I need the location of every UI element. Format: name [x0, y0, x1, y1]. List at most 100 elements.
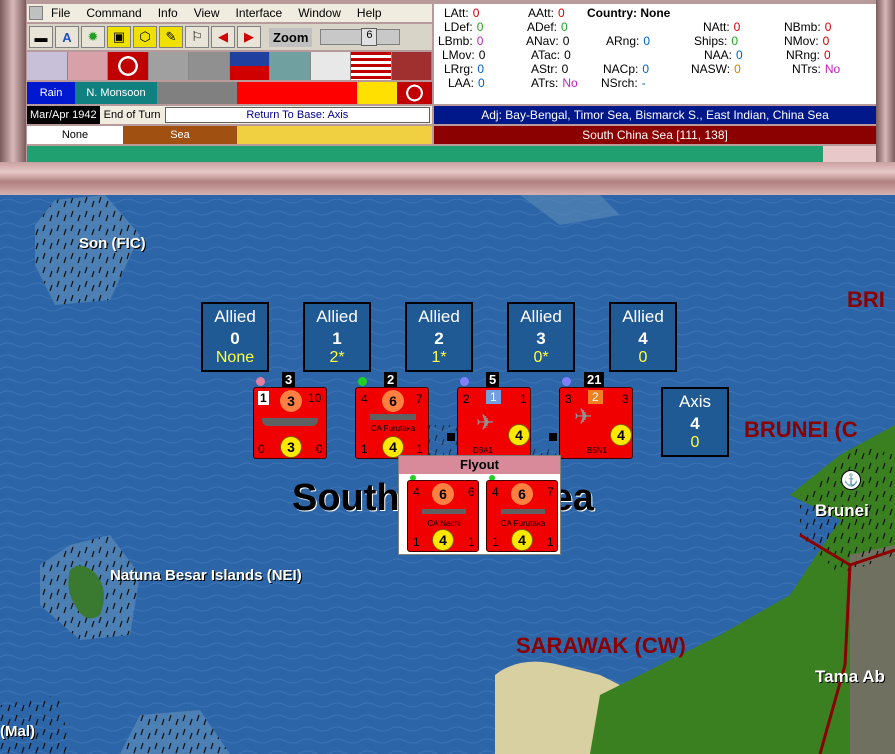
flag-icon[interactable]	[229, 52, 270, 80]
arrow-left-icon[interactable]: ◀	[211, 26, 235, 48]
nation-flags	[27, 52, 432, 80]
map-label-bri: BRI	[847, 287, 885, 312]
unit-counter-d3a1[interactable]: 2 1 1 ✈ D3A1 4	[457, 387, 531, 459]
unit-counter-ca-nachi[interactable]: 4 6 6 CA Nachi 1 4 1	[407, 480, 479, 552]
weather-monsoon: N. Monsoon	[75, 82, 157, 104]
menu-view[interactable]: View	[186, 6, 228, 20]
return-to-base-button[interactable]: Return To Base: Axis	[164, 107, 430, 123]
stat-lrrg: LRrg: 0	[444, 62, 485, 76]
stat-ldef: LDef: 0	[444, 20, 484, 34]
turn-date: Mar/Apr 1942	[27, 106, 100, 124]
font-a-icon[interactable]: A	[55, 26, 79, 48]
grid-icon[interactable]: ▣	[107, 26, 131, 48]
flag-icon[interactable]	[148, 52, 189, 80]
terrain-none: None	[27, 126, 123, 144]
unit-counter-ca-furutaka[interactable]: 4 6 7 CA Furutaka 1 4 1	[486, 480, 558, 552]
map-label-brunei-region: BRUNEI (C	[744, 417, 858, 442]
gear-icon[interactable]: ✹	[81, 26, 105, 48]
flag-icon[interactable]	[189, 52, 230, 80]
map-label-brunei: Brunei	[815, 501, 869, 520]
search-box-allied-2[interactable]: Allied 2 1*	[405, 302, 473, 372]
stat-anav: ANav: 0	[526, 34, 570, 48]
status-bar-end	[823, 146, 876, 162]
stat-latt: LAtt: 0	[444, 6, 480, 20]
weather-cell	[157, 82, 237, 104]
dive-bomber-icon: ✈	[476, 410, 495, 435]
cruiser-icon	[370, 414, 416, 420]
stat-naa: NAA: 0	[704, 48, 743, 62]
port-anchor-icon[interactable]: ⚓	[841, 470, 861, 490]
flag-icon[interactable]	[391, 52, 432, 80]
weather-row: Rain N. Monsoon	[27, 82, 432, 104]
stack-count: 2	[384, 372, 398, 387]
cruiser-icon	[501, 509, 545, 514]
country-field: Country: None	[587, 6, 671, 20]
stat-nsrch: NSrch: -	[601, 76, 646, 90]
weather-rain: Rain	[27, 82, 75, 104]
flag-icon[interactable]	[310, 52, 351, 80]
location-readout: South China Sea [111, 138]	[434, 126, 876, 144]
stat-atac: ATac: 0	[531, 48, 571, 62]
unit-marker-dot	[358, 377, 367, 386]
torpedo-bomber-icon: ✈	[574, 404, 593, 429]
stack-count: 5	[486, 372, 500, 387]
flag-icon[interactable]	[351, 52, 392, 80]
unit-counter-ship[interactable]: 1 3 10 0 3 0	[253, 387, 327, 459]
end-of-turn-label: End of Turn	[103, 109, 161, 121]
train-icon[interactable]: ▬	[29, 26, 53, 48]
search-box-allied-1[interactable]: Allied 1 2*	[303, 302, 371, 372]
map-label-son: Son (FIC)	[79, 235, 146, 252]
toolbar: ▬ A ✹ ▣ ⬡ ✎ ⚐ ◀ ▶ Zoom 6	[27, 24, 432, 50]
unit-counter-b5n1[interactable]: 3 2 3 ✈ B5N1 4	[559, 387, 633, 459]
flag-icon[interactable]	[270, 52, 311, 80]
arrow-right-icon[interactable]: ▶	[237, 26, 261, 48]
rising-sun-flag-icon[interactable]	[108, 52, 149, 80]
map-label-tama: Tama Ab	[815, 667, 885, 686]
flyout-title: Flyout	[399, 456, 560, 474]
flag-icon[interactable]: ⚐	[185, 26, 209, 48]
status-bar	[27, 146, 823, 162]
unit-marker-dot	[256, 377, 265, 386]
weather-cell	[237, 82, 357, 104]
stack-count: 3	[282, 372, 296, 387]
zoom-label: Zoom	[269, 27, 313, 47]
menu-bar: File Command Info View Interface Window …	[27, 4, 432, 22]
menu-help[interactable]: Help	[349, 6, 390, 20]
system-menu-icon[interactable]	[29, 6, 43, 20]
menu-window[interactable]: Window	[290, 6, 349, 20]
search-box-allied-0[interactable]: Allied 0 None	[201, 302, 269, 372]
zoom-slider[interactable]: 6	[320, 28, 401, 46]
adjacent-seas: Adj: Bay-Bengal, Timor Sea, Bismarck S.,…	[434, 106, 876, 124]
battleship-icon	[262, 418, 318, 426]
stat-aatt: AAtt: 0	[528, 6, 565, 20]
window-frame: File Command Info View Interface Window …	[0, 0, 895, 195]
flag-icon[interactable]	[27, 52, 68, 80]
terrain-sea: Sea	[123, 126, 237, 144]
search-box-axis-4[interactable]: Axis 4 0	[661, 387, 729, 457]
zoom-value[interactable]: 6	[361, 28, 378, 46]
pencil-icon[interactable]: ✎	[159, 26, 183, 48]
map-label-sarawak: SARAWAK (CW)	[516, 633, 686, 658]
stat-nrng: NRng: 0	[786, 48, 831, 62]
weather-cell	[357, 82, 397, 104]
menu-info[interactable]: Info	[150, 6, 186, 20]
unit-counter-ca-furutaka[interactable]: 4 6 7 CA Furutaka 1 4 1	[355, 387, 429, 459]
stat-laa: LAA: 0	[448, 76, 485, 90]
stat-nacp: NACp: 0	[603, 62, 650, 76]
unit-marker-dot	[460, 377, 469, 386]
hex-icon[interactable]: ⬡	[133, 26, 157, 48]
menu-file[interactable]: File	[43, 6, 78, 20]
menu-interface[interactable]: Interface	[228, 6, 291, 20]
search-box-allied-3[interactable]: Allied 3 0*	[507, 302, 575, 372]
terrain-cell	[237, 126, 432, 144]
flag-icon[interactable]	[67, 52, 108, 80]
rising-sun-flag-icon	[397, 82, 432, 104]
stack-count: 21	[584, 372, 605, 387]
unit-stats-panel: LAtt: 0 LDef: 0 LBmb: 0 LMov: 0 LRrg: 0 LAA: 0…	[434, 4, 876, 104]
stat-natt: NAtt: 0	[703, 20, 741, 34]
menu-command[interactable]: Command	[78, 6, 149, 20]
date-row: Mar/Apr 1942 End of Turn Return To Base:…	[27, 106, 432, 124]
stat-ntrs: NTrs: No	[792, 62, 841, 76]
search-box-allied-4[interactable]: Allied 4 0	[609, 302, 677, 372]
stat-nbmb: NBmb: 0	[784, 20, 832, 34]
